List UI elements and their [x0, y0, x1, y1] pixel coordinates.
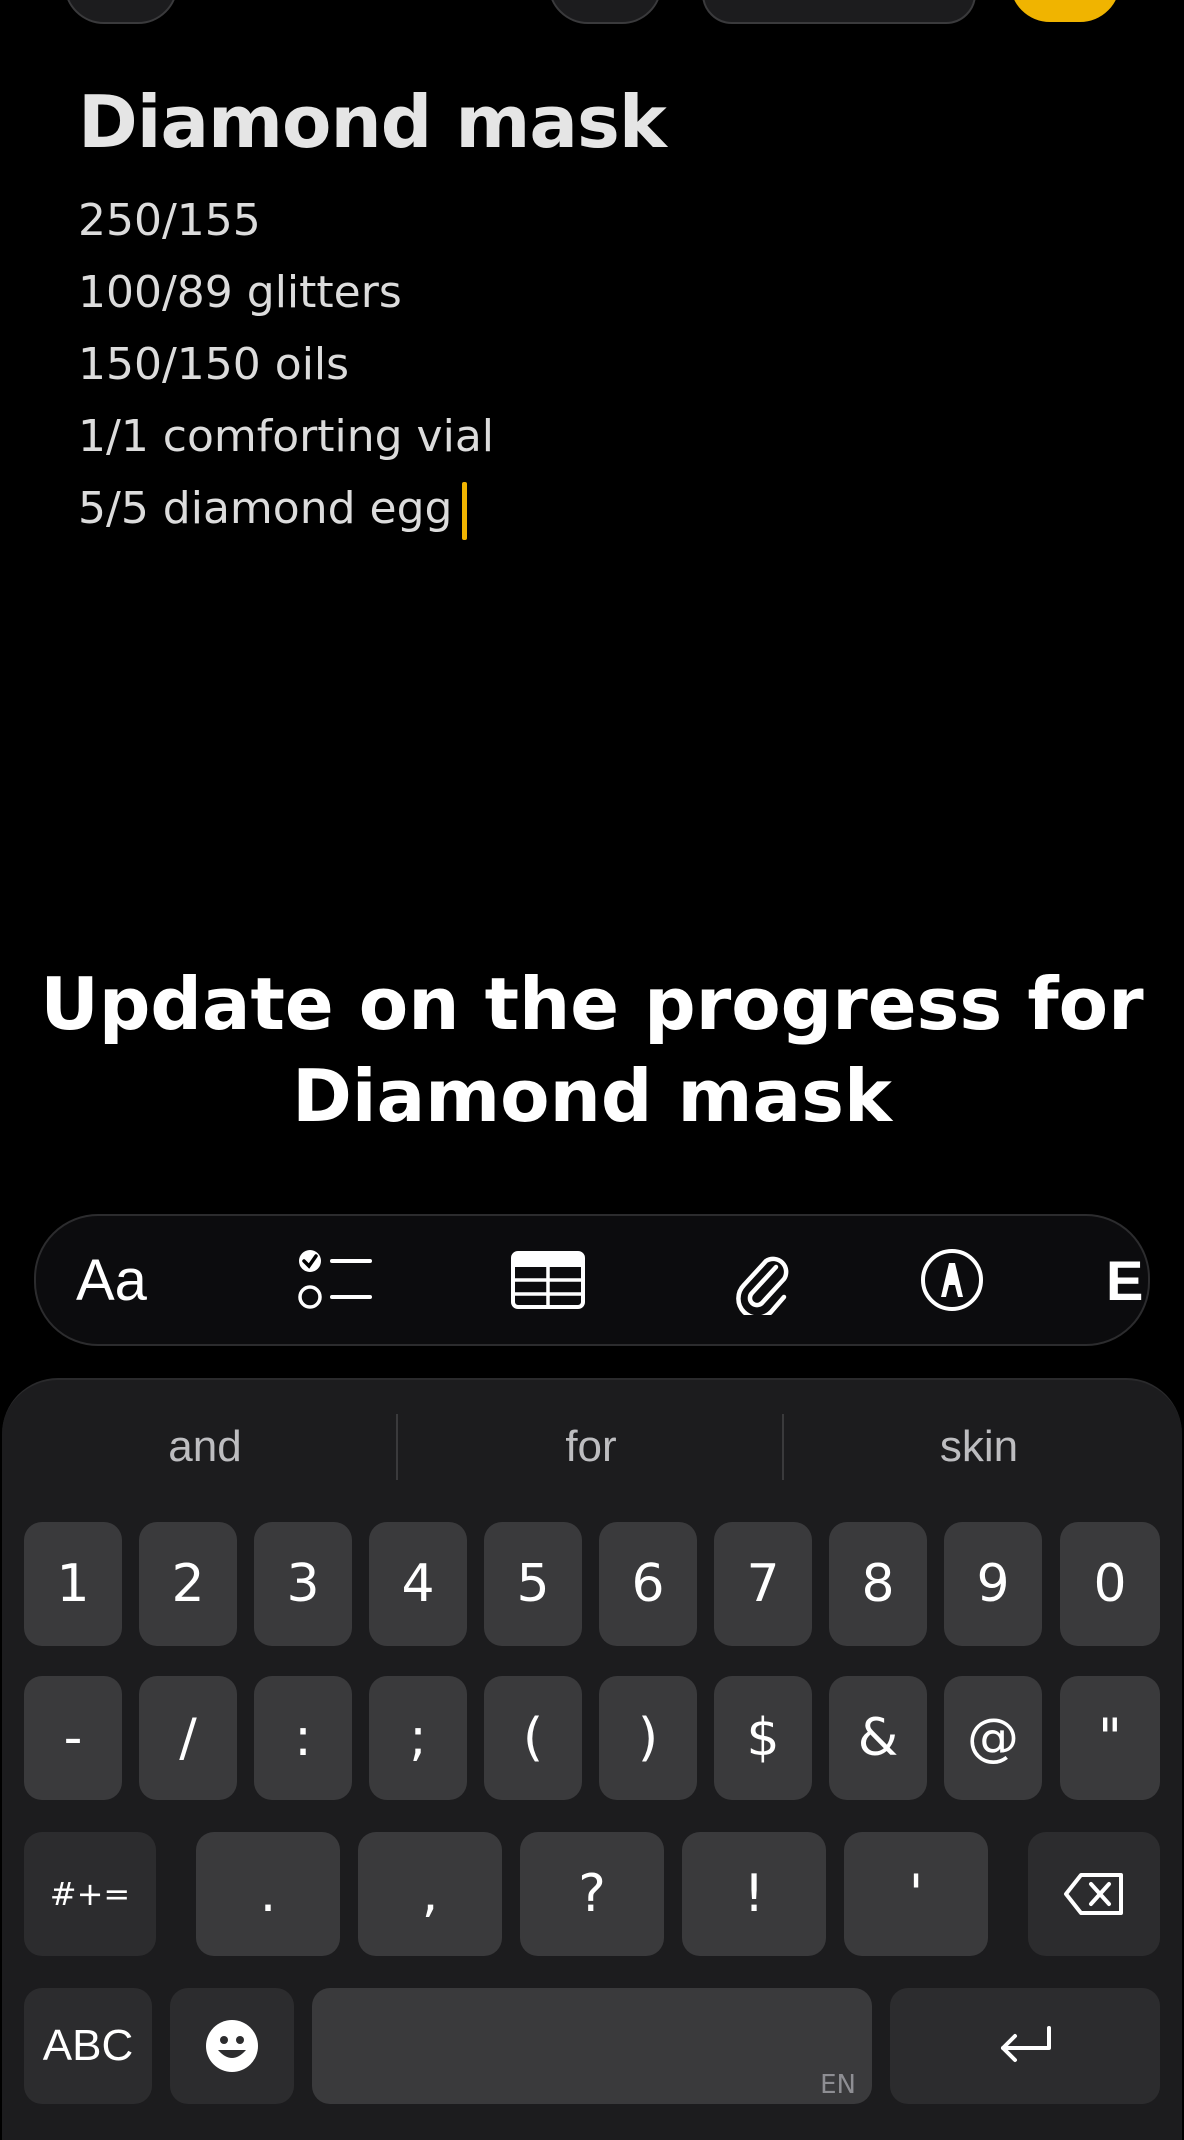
suggestion-divider	[396, 1414, 398, 1480]
suggestion-1[interactable]: and	[60, 1412, 350, 1482]
toolbar-button-group[interactable]	[702, 0, 976, 24]
text-style-button[interactable]: Aa	[76, 1234, 147, 1326]
table-icon[interactable]	[498, 1234, 598, 1326]
key-6[interactable]: 6	[599, 1522, 697, 1646]
key-period[interactable]: .	[196, 1832, 340, 1956]
return-key[interactable]	[890, 1988, 1160, 2104]
key-ampersand[interactable]: &	[829, 1676, 927, 1800]
markup-pen-icon[interactable]	[902, 1234, 1002, 1326]
return-icon	[1001, 2026, 1051, 2062]
key-at[interactable]: @	[944, 1676, 1042, 1800]
text-cursor	[462, 482, 468, 540]
key-8[interactable]: 8	[829, 1522, 927, 1646]
key-quote[interactable]: "	[1060, 1676, 1160, 1800]
share-button[interactable]	[548, 0, 662, 24]
key-1[interactable]: 1	[24, 1522, 122, 1646]
formatting-toolbar: Aa E	[34, 1214, 1150, 1346]
key-comma[interactable]: ,	[358, 1832, 502, 1956]
key-exclamation[interactable]: !	[682, 1832, 826, 1956]
back-button[interactable]	[64, 0, 178, 24]
backspace-icon	[1064, 1873, 1123, 1915]
paperclip-icon[interactable]	[712, 1234, 812, 1326]
key-2[interactable]: 2	[139, 1522, 237, 1646]
key-dollar[interactable]: $	[714, 1676, 812, 1800]
emoji-key[interactable]	[170, 1988, 294, 2104]
suggestion-divider	[782, 1414, 784, 1480]
note-line: 250/155	[78, 195, 261, 246]
symbols-toggle-key[interactable]: #+=	[24, 1832, 156, 1956]
suggestion-3[interactable]: skin	[834, 1412, 1124, 1482]
note-body[interactable]: 250/155 100/89 glitters 150/150 oils 1/1…	[78, 190, 494, 550]
abc-key[interactable]: ABC	[24, 1988, 152, 2104]
space-key[interactable]: EN	[312, 1988, 872, 2104]
key-question[interactable]: ?	[520, 1832, 664, 1956]
key-semicolon[interactable]: ;	[369, 1676, 467, 1800]
note-line: 5/5 diamond egg	[78, 478, 494, 550]
language-label: EN	[820, 2070, 856, 2100]
caption-line-2: Diamond mask	[292, 1054, 892, 1138]
done-button[interactable]	[1010, 0, 1120, 22]
key-3[interactable]: 3	[254, 1522, 352, 1646]
delete-key[interactable]	[1028, 1832, 1160, 1956]
note-line: 150/150 oils	[78, 339, 350, 390]
key-5[interactable]: 5	[484, 1522, 582, 1646]
key-7[interactable]: 7	[714, 1522, 812, 1646]
checklist-icon[interactable]	[286, 1234, 386, 1326]
key-4[interactable]: 4	[369, 1522, 467, 1646]
key-colon[interactable]: :	[254, 1676, 352, 1800]
key-hyphen[interactable]: -	[24, 1676, 122, 1800]
note-line: 100/89 glitters	[78, 267, 402, 318]
note-title[interactable]: Diamond mask	[78, 80, 667, 164]
emoji-icon	[206, 2020, 258, 2072]
note-line: 1/1 comforting vial	[78, 411, 495, 462]
key-slash[interactable]: /	[139, 1676, 237, 1800]
suggestion-2[interactable]: for	[446, 1412, 736, 1482]
more-icon[interactable]: E	[1106, 1234, 1146, 1326]
key-close-paren[interactable]: )	[599, 1676, 697, 1800]
note-line-text: 5/5 diamond egg	[78, 483, 453, 534]
key-0[interactable]: 0	[1060, 1522, 1160, 1646]
key-apostrophe[interactable]: '	[844, 1832, 988, 1956]
caption-overlay: Update on the progress for Diamond mask	[0, 958, 1184, 1142]
key-9[interactable]: 9	[944, 1522, 1042, 1646]
caption-line-1: Update on the progress for	[40, 962, 1144, 1046]
key-open-paren[interactable]: (	[484, 1676, 582, 1800]
